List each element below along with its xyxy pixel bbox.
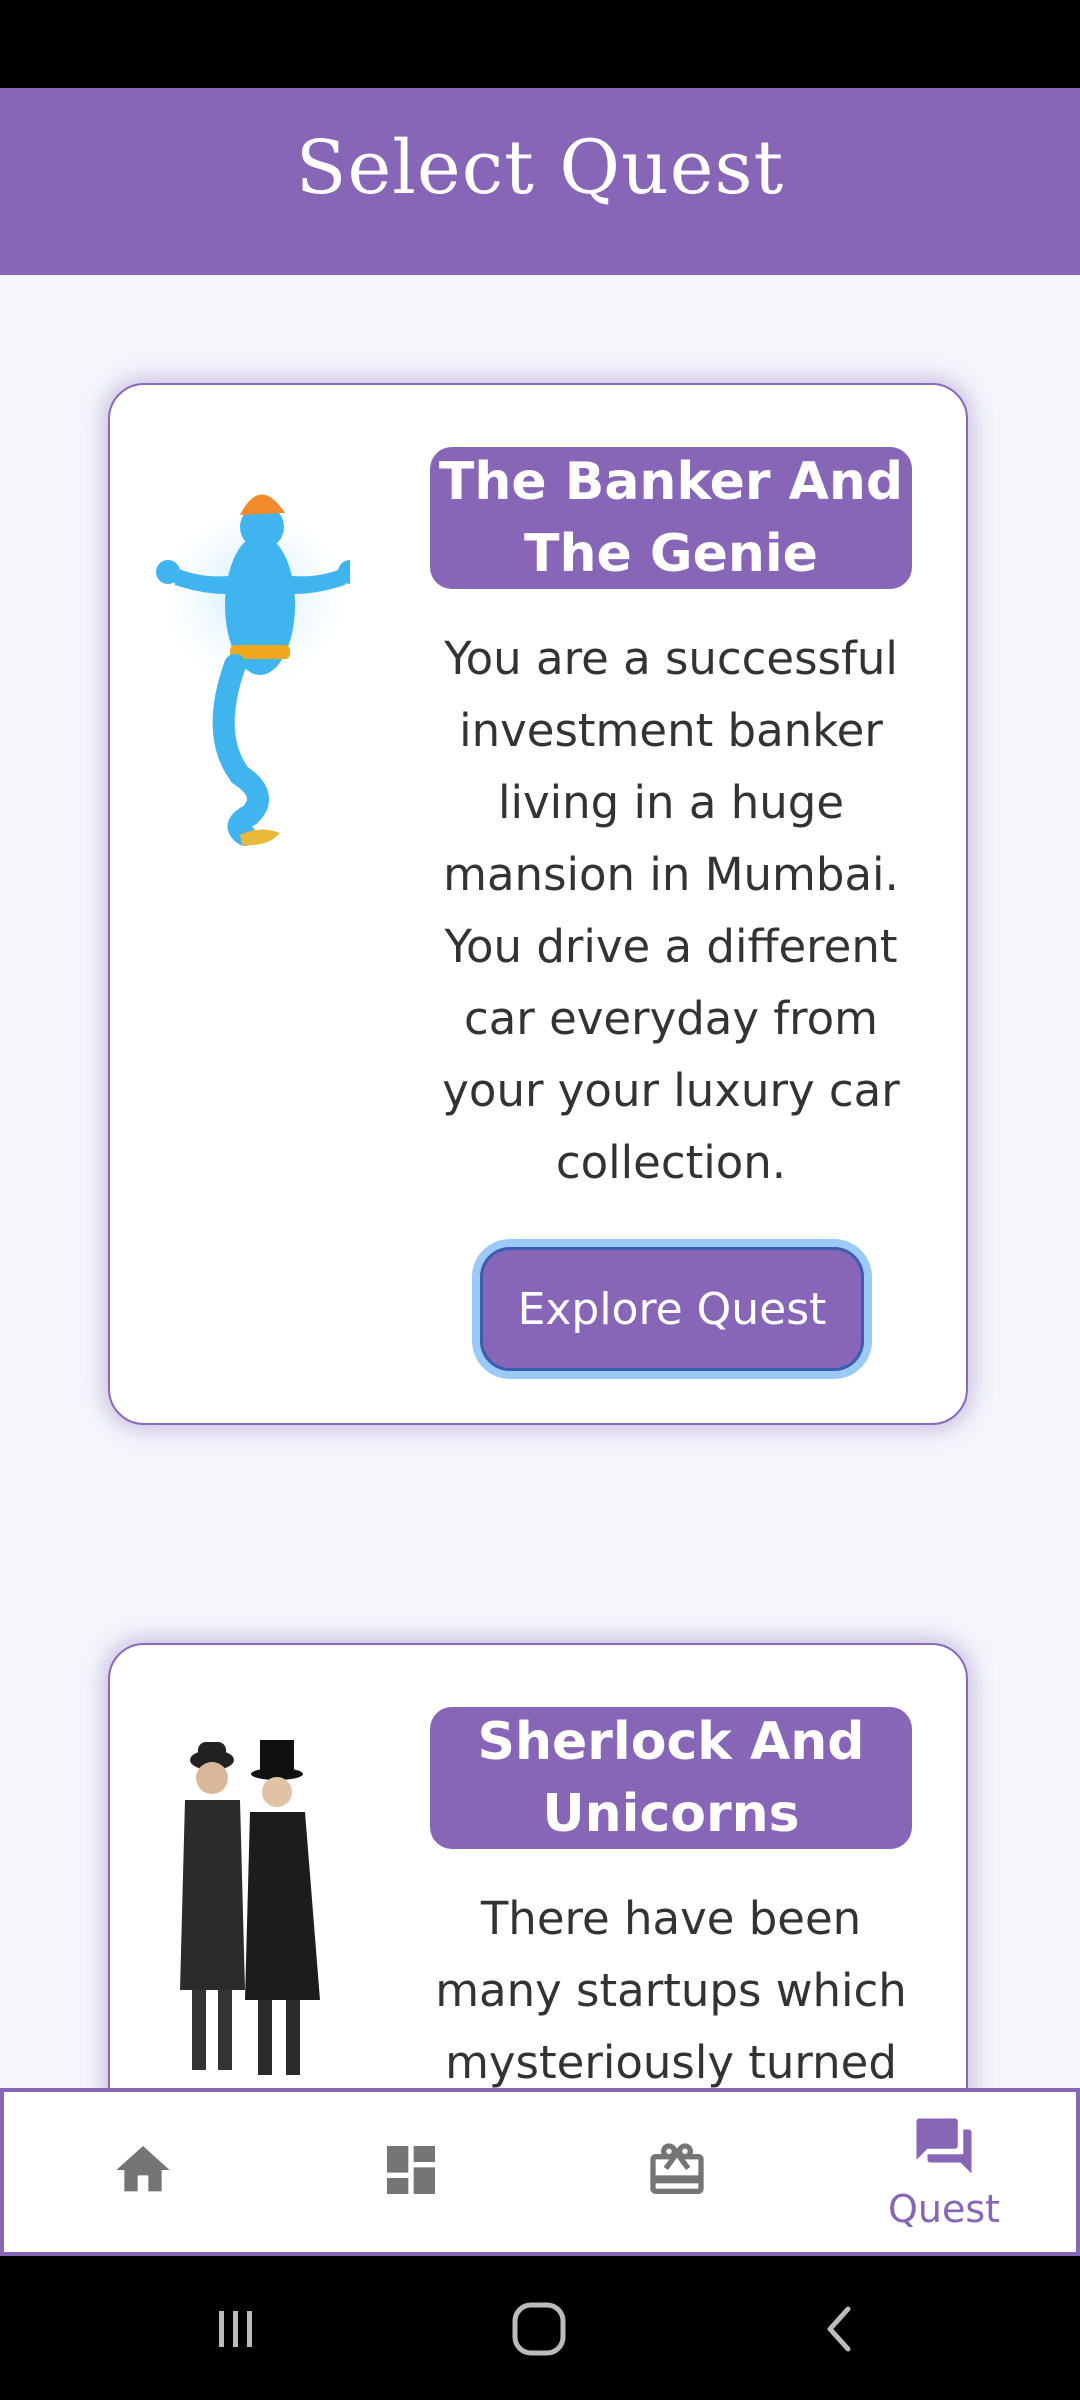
- quest-card: The Banker And The Genie You are a succe…: [108, 383, 968, 1425]
- quest-title: The Banker And The Genie: [430, 447, 912, 589]
- system-nav-bar: [0, 2256, 1080, 2400]
- home-button-icon[interactable]: [494, 2284, 584, 2374]
- quest-description: You are a successful investment banker l…: [442, 632, 900, 1189]
- detectives-icon: [150, 1740, 350, 2090]
- page-title: Select Quest: [295, 124, 785, 211]
- back-icon[interactable]: [795, 2284, 885, 2374]
- explore-quest-button[interactable]: Explore Quest: [480, 1247, 864, 1371]
- nav-quest[interactable]: Quest: [809, 2092, 1079, 2252]
- nav-home[interactable]: [8, 2092, 278, 2252]
- chat-icon: [911, 2113, 977, 2183]
- nav-dashboard[interactable]: [276, 2092, 546, 2252]
- home-icon: [111, 2138, 175, 2206]
- app-header: Select Quest: [0, 88, 1080, 275]
- nav-rewards[interactable]: [542, 2092, 812, 2252]
- gift-card-icon: [645, 2138, 709, 2206]
- dashboard-icon: [379, 2138, 443, 2206]
- quest-description: There have been many startups which myst…: [435, 1892, 907, 2089]
- nav-label-quest: Quest: [887, 2187, 1001, 2231]
- bottom-nav: Quest: [0, 2088, 1080, 2256]
- recent-apps-icon[interactable]: [190, 2284, 280, 2374]
- genie-icon: [150, 475, 362, 855]
- quest-title: Sherlock And Unicorns: [430, 1707, 912, 1849]
- status-bar: [0, 0, 1080, 88]
